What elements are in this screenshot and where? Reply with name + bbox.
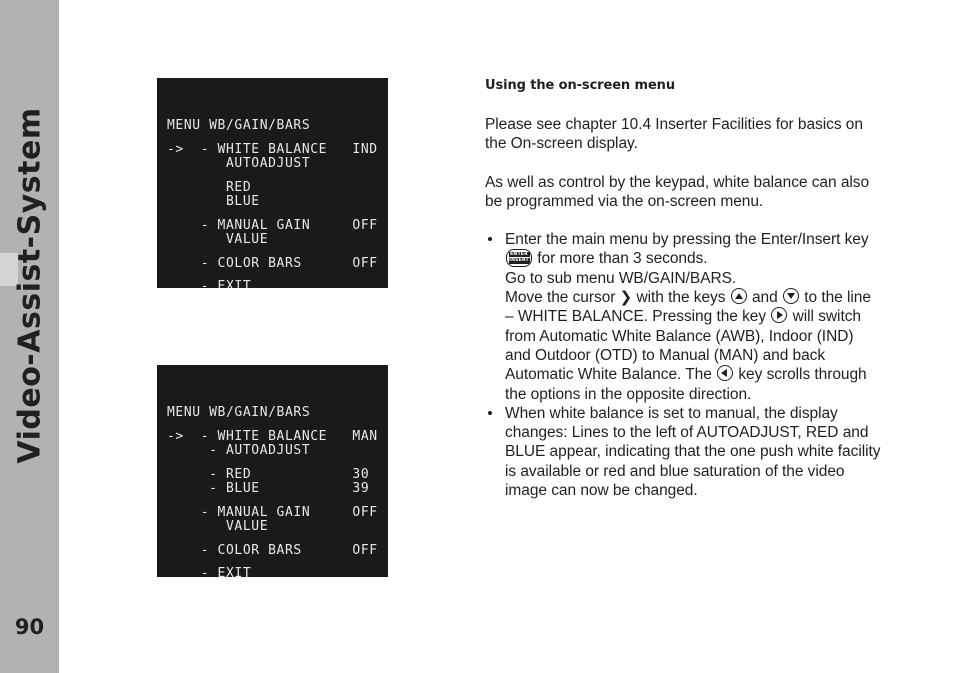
osd-line: - BLUE 39 — [167, 481, 370, 496]
bullet-1-text-part-10: from Automatic White Balance (AWB), Indo… — [505, 327, 854, 345]
content-column: Using the on-screen menu Please see chap… — [485, 78, 883, 500]
section-heading: Using the on-screen menu — [485, 78, 675, 93]
bullet-1-text-part-2: for more than 3 seconds. — [537, 250, 708, 268]
bullet-1-text-part-7: to the line — [804, 289, 871, 307]
osd-line: AUTOADJUST — [167, 156, 311, 171]
osd-line: - RED 30 — [167, 466, 370, 482]
osd-menu-manual: MENU WB/GAIN/BARS -> - WHITE BALANCE MAN… — [157, 365, 388, 577]
enter-key-label-bottom: INSERT — [508, 258, 530, 264]
osd-line: - AUTOADJUST — [167, 443, 311, 458]
paragraph-keypad-intro: As well as control by the keypad, white … — [485, 173, 870, 210]
osd-line: MENU WB/GAIN/BARS — [167, 405, 311, 420]
instruction-list: Enter the main menu by pressing the Ente… — [485, 230, 883, 500]
list-item-manual-display: When white balance is set to manual, the… — [485, 404, 883, 500]
key-right-icon — [771, 307, 788, 324]
sidebar-title: Video-Assist-System — [12, 107, 48, 464]
bullet-dot-icon — [488, 410, 492, 415]
osd-line: MENU WB/GAIN/BARS — [167, 118, 311, 133]
osd-line: - EXIT — [167, 279, 252, 288]
bullet-1-text-part-11: and Outdoor (OTD) to Manual (MAN) and ba… — [505, 346, 826, 364]
osd-line: - COLOR BARS OFF — [167, 255, 378, 271]
page-number: 90 — [14, 615, 45, 639]
osd-menu-indoor-text: MENU WB/GAIN/BARS -> - WHITE BALANCE IND… — [157, 107, 388, 288]
bullet-1-text-part-1: Enter the main menu by pressing the Ente… — [505, 231, 869, 249]
osd-line: - MANUAL GAIN OFF — [167, 217, 378, 233]
enter-insert-key-icon: ENTER INSERT — [506, 249, 532, 268]
osd-line: -> - WHITE BALANCE MAN — [167, 428, 378, 444]
osd-line: -> - WHITE BALANCE IND — [167, 141, 378, 157]
key-left-icon — [717, 365, 734, 382]
osd-line: BLUE — [167, 194, 260, 209]
key-down-icon — [782, 288, 799, 305]
bullet-1-text-part-9: will switch — [792, 308, 861, 326]
osd-menu-manual-text: MENU WB/GAIN/BARS -> - WHITE BALANCE MAN… — [157, 394, 388, 577]
bullet-1-text-part-14: the options in the opposite direction. — [505, 385, 752, 403]
bullet-2-text: When white balance is set to manual, the… — [505, 404, 881, 500]
osd-line: - MANUAL GAIN OFF — [167, 504, 378, 520]
osd-menu-indoor: MENU WB/GAIN/BARS -> - WHITE BALANCE IND… — [157, 78, 388, 288]
sidebar: Video-Assist-System 90 — [0, 0, 59, 673]
osd-line: - COLOR BARS OFF — [167, 542, 378, 558]
bullet-1-text-part-12: Automatic White Balance. The — [505, 366, 712, 384]
bullet-dot-icon — [488, 237, 492, 242]
paragraph-chapter-reference: Please see chapter 10.4 Inserter Facilit… — [485, 116, 863, 153]
osd-line: - EXIT — [167, 566, 252, 577]
enter-key-label-top: ENTER — [508, 251, 530, 258]
bullet-1-text-part-8: – WHITE BALANCE. Pressing the key — [505, 308, 767, 326]
bullet-1-text-part-4: Move the cursor — [505, 289, 616, 307]
bullet-1-text-part-3: Go to sub menu WB/GAIN/BARS. — [505, 269, 737, 287]
osd-line: VALUE — [167, 232, 269, 247]
bullet-1-text-part-6: and — [751, 289, 778, 307]
key-up-icon — [730, 288, 747, 305]
bullet-1-text-part-5: with the keys — [636, 289, 726, 307]
cursor-arrow-icon: ❯ — [619, 288, 633, 307]
bullet-1-text-part-13: key scrolls through — [738, 366, 867, 384]
osd-line: RED — [167, 179, 252, 195]
osd-line: VALUE — [167, 519, 269, 534]
list-item-enter-menu: Enter the main menu by pressing the Ente… — [485, 230, 883, 404]
